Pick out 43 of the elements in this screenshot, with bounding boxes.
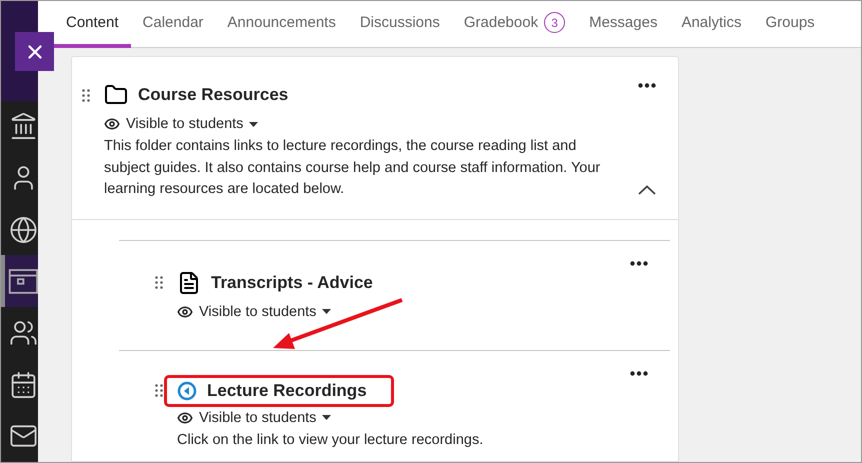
chevron-up-icon [638,184,656,194]
more-options-button[interactable] [630,370,648,376]
item-description: Click on the link to view your lecture recordings. [177,430,484,450]
caret-icon [249,122,258,126]
visibility-dropdown[interactable]: Visible to students [177,410,332,426]
tab[interactable]: Calendar [130,1,216,48]
tab[interactable]: Content [54,1,131,48]
institution-icon[interactable] [9,111,38,142]
folder-icon [104,83,128,107]
drag-handle-icon[interactable] [155,276,163,289]
play-back-icon [177,380,197,400]
item-description: This folder contains links to lecture recordings, the course reading list and subject guides. It also contains course help and course staff information. Your learning resources are located below. [104,137,602,199]
calendar-icon[interactable] [9,370,38,400]
tab[interactable]: Gradebook 3 [452,1,578,48]
visibility-dropdown[interactable]: Visible to students [104,116,258,132]
sidebar-item-active[interactable] [1,255,38,308]
tab[interactable]: Analytics [669,1,754,48]
more-icon [630,370,648,376]
more-options-button[interactable] [638,83,656,88]
more-options-button[interactable] [630,260,648,266]
drag-handle-icon[interactable] [82,88,90,102]
visibility-dropdown[interactable]: Visible to students [177,304,332,320]
more-icon [630,260,648,266]
eye-icon [104,116,120,132]
window-icon[interactable] [7,266,38,296]
drag-handle-icon[interactable] [155,384,163,397]
eye-icon [177,410,193,426]
tab[interactable]: Messages [577,1,670,48]
item-title[interactable]: Transcripts - Advice [211,272,373,292]
item-title[interactable]: Course Resources [138,85,288,105]
caret-icon [322,415,332,420]
tab[interactable]: Discussions [348,1,452,48]
collapse-button[interactable] [638,184,656,194]
tab[interactable]: Groups [753,1,827,48]
item-title[interactable]: Lecture Recordings [207,380,367,400]
globe-icon[interactable] [9,214,38,245]
caret-icon [322,309,332,314]
count-badge: 3 [544,12,566,33]
document-icon [177,270,201,294]
more-icon [638,83,656,88]
close-button[interactable] [15,32,54,71]
tab[interactable]: Announcements [215,1,348,48]
eye-icon [177,304,193,320]
